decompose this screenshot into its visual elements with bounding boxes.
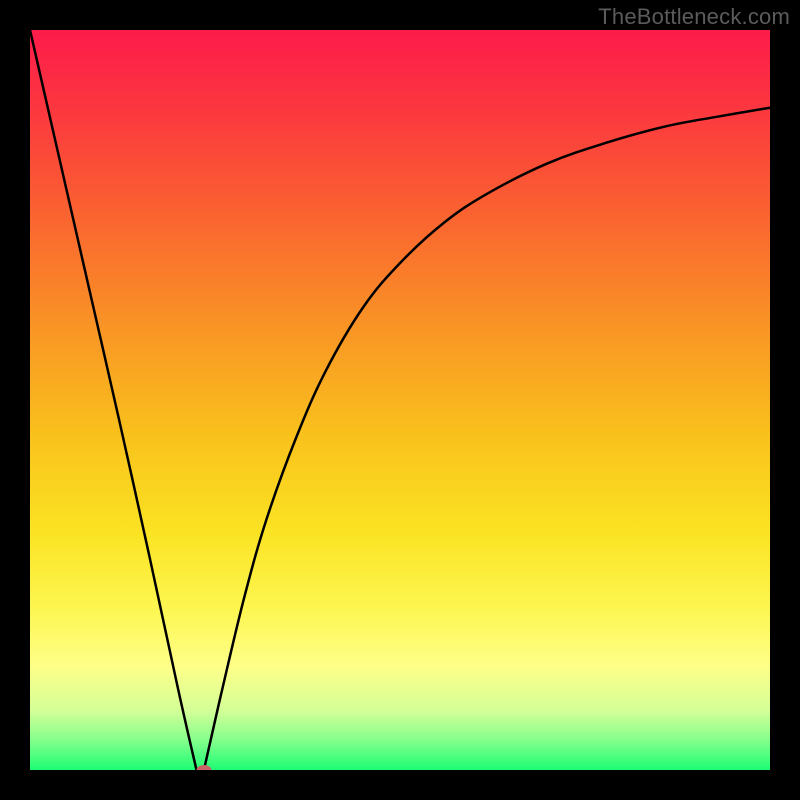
chart-container: TheBottleneck.com — [0, 0, 800, 800]
minimum-marker — [196, 765, 211, 770]
watermark-text: TheBottleneck.com — [598, 4, 790, 30]
gradient-background — [30, 30, 770, 770]
plot-area — [30, 30, 770, 770]
chart-svg — [30, 30, 770, 770]
